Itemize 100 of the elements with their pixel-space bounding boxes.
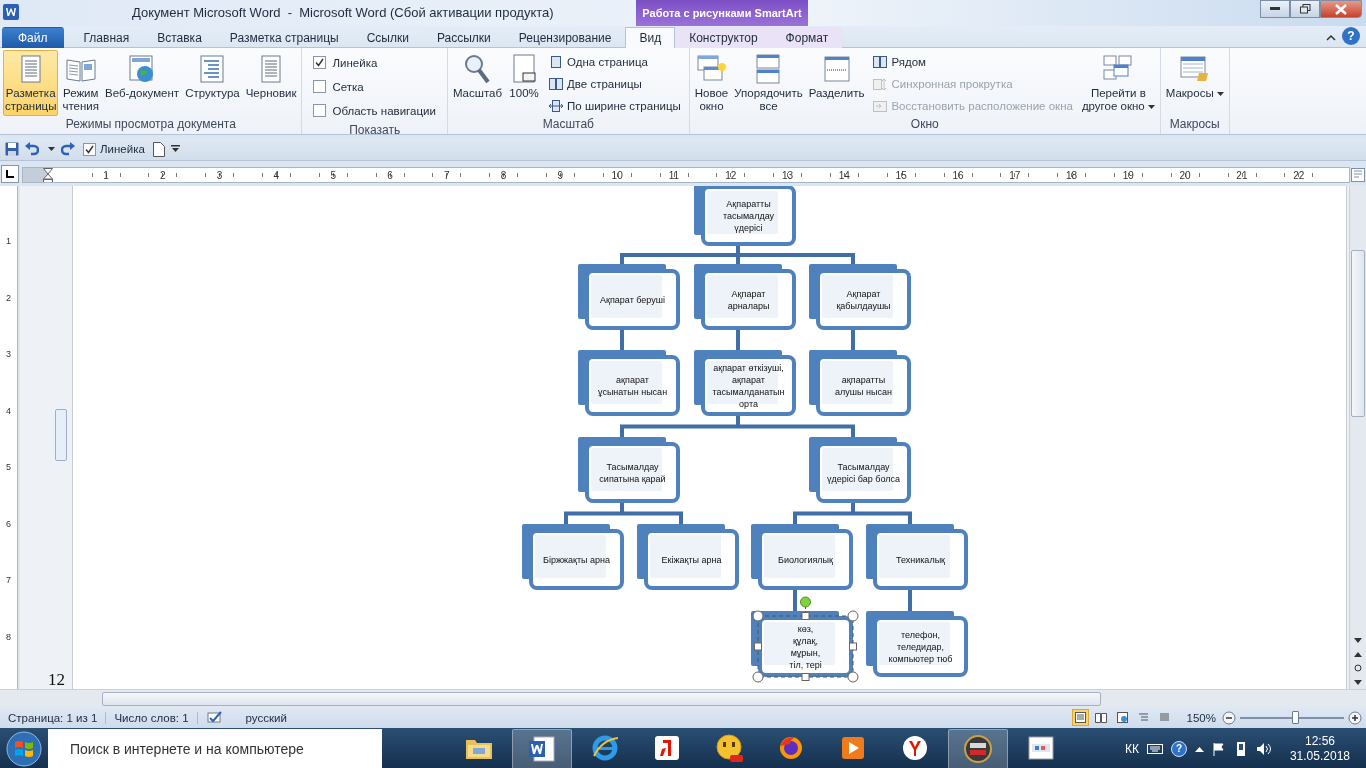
help-button[interactable]: ?	[1342, 27, 1360, 45]
caret-icon	[48, 147, 55, 151]
checkbox[interactable]	[83, 142, 96, 156]
checkbox[interactable]	[313, 56, 327, 69]
ribbon-tab[interactable]: Рецензирование	[504, 27, 626, 48]
sync-scroll-icon	[873, 76, 888, 91]
pane-toggle[interactable]	[55, 409, 67, 461]
ribbon-button[interactable]: Масштаб	[450, 50, 505, 116]
ribbon-button[interactable]: По ширине страницы	[548, 96, 682, 115]
ribbon-tab[interactable]: Разметка страницы	[215, 27, 353, 48]
ribbon-button[interactable]: Веб-документ	[102, 50, 182, 116]
word-app-icon[interactable]	[528, 734, 556, 763]
ruler-number: 7	[5, 574, 12, 588]
zoom-level[interactable]: 150%	[1186, 711, 1216, 724]
ruler-number: 1	[5, 235, 12, 249]
customize-icon[interactable]	[170, 145, 180, 153]
two-pages-icon	[549, 76, 564, 91]
ribbon-button[interactable]: Перейти в другое окно	[1079, 50, 1157, 116]
word-app-icon[interactable]	[3, 4, 19, 20]
vertical-scrollbar[interactable]	[1349, 186, 1366, 689]
window-thumbnail-icon[interactable]	[1027, 734, 1055, 761]
ribbon-tab[interactable]: Конструктор	[675, 27, 772, 48]
checkbox[interactable]	[313, 80, 327, 93]
input-language[interactable]: КК	[1124, 741, 1139, 756]
spellcheck-icon[interactable]	[205, 710, 224, 725]
page-icon	[549, 54, 564, 69]
ribbon-tab[interactable]: Вставка	[143, 27, 216, 48]
ribbon-button[interactable]: Разметка страницы	[3, 50, 59, 116]
smiley-icon[interactable]	[714, 732, 744, 763]
ruler-number: 6	[5, 517, 12, 531]
keyboard-icon[interactable]	[1146, 742, 1163, 755]
group-label: Окно	[909, 117, 940, 133]
search-field[interactable]: Поиск в интернете и на компьютере	[48, 728, 382, 768]
ribbon-tab[interactable]: Формат	[771, 27, 843, 48]
view-ruler-icon[interactable]	[1351, 168, 1365, 182]
collapse-ribbon-icon[interactable]	[1326, 34, 1336, 41]
page-layout-view-icon[interactable]	[1071, 709, 1089, 726]
browser-e-icon[interactable]	[591, 733, 619, 762]
ribbon-button[interactable]: Черновик	[243, 50, 299, 116]
start-button[interactable]	[6, 730, 42, 767]
ribbon-button[interactable]: Макросы	[1163, 50, 1226, 116]
indent-marker[interactable]	[43, 168, 53, 182]
browse-object-icon[interactable]	[1354, 664, 1362, 672]
ribbon-tab[interactable]: Файл	[2, 27, 64, 48]
checkbox-label: Линейка	[100, 143, 145, 155]
horizontal-scrollbar[interactable]	[0, 689, 1366, 707]
ribbon-button[interactable]: Одна страница	[548, 52, 682, 71]
restore-icon	[1299, 4, 1311, 14]
zoom-out-icon[interactable]	[1222, 710, 1236, 725]
vertical-ruler[interactable]: 1 2 3 4 5 6 7 8	[0, 186, 18, 689]
volume-icon[interactable]	[1255, 741, 1272, 756]
ribbon-button[interactable]: Упорядочить все	[732, 50, 805, 116]
save-icon[interactable]	[5, 142, 19, 156]
horizontal-ruler[interactable]: 1 2 3 4 5 6 7 8 9 10 11 12 13 14 15 16 17 18 19 20 21 22	[22, 167, 1350, 183]
checkbox[interactable]	[313, 104, 327, 117]
flag-icon[interactable]	[1211, 741, 1226, 756]
show-hidden-icon[interactable]	[1194, 745, 1204, 752]
ruler-number: 5	[5, 461, 12, 475]
tab-stop-icon	[6, 170, 14, 178]
ribbon-button[interactable]: 100%	[506, 50, 543, 116]
connector-line	[908, 588, 912, 613]
zoom-slider[interactable]	[1292, 710, 1299, 724]
scroll-down-icon[interactable]	[1354, 637, 1362, 643]
play-icon[interactable]	[840, 734, 866, 761]
ruler-number: 4	[5, 404, 12, 418]
clock-date[interactable]: 31.05.2018	[1289, 748, 1350, 764]
maximize-button[interactable]	[1290, 0, 1320, 18]
ribbon-tab[interactable]: Ссылки	[352, 27, 423, 48]
ribbon-button[interactable]: Режим чтения	[60, 50, 101, 116]
zoom-in-icon[interactable]	[1348, 710, 1362, 725]
ribbon-button[interactable]: Структура	[183, 50, 242, 116]
ribbon-tab[interactable]: Вид	[625, 27, 676, 48]
next-page-icon[interactable]	[1354, 679, 1362, 685]
selection-handles[interactable]	[752, 596, 859, 683]
reset-windows-icon	[873, 98, 888, 113]
checkbox-label: Линейка	[332, 56, 378, 69]
tab-selector[interactable]	[1, 165, 19, 183]
redo-icon[interactable]	[61, 142, 75, 156]
two-pages-icon	[873, 54, 888, 69]
ribbon-tab[interactable]: Рассылки	[422, 27, 505, 48]
undo-icon[interactable]	[25, 142, 39, 156]
previous-page-icon[interactable]	[1354, 651, 1362, 657]
ribbon-button[interactable]: Разделить	[806, 50, 867, 116]
page-count[interactable]: Страница: 1 из 1	[0, 711, 107, 724]
ribbon-tab[interactable]: Главная	[69, 27, 144, 48]
clock-time[interactable]: 12:56	[1304, 733, 1335, 749]
ruler-number: 3	[5, 348, 12, 362]
page-icon[interactable]	[152, 141, 165, 157]
ribbon-button[interactable]: Новое окно	[692, 50, 731, 116]
group-label: Макросы	[1168, 117, 1221, 133]
help-icon[interactable]: ?	[1170, 740, 1187, 757]
language-status[interactable]: русский	[237, 711, 295, 724]
group-label: Режимы просмотра документа	[64, 117, 237, 133]
ribbon-button[interactable]: Рядом	[872, 52, 1074, 71]
word-count[interactable]: Число слов: 1	[106, 711, 198, 724]
ruler-number: 8	[5, 630, 12, 644]
close-button[interactable]	[1320, 0, 1362, 18]
ribbon-button[interactable]: Две страницы	[548, 74, 682, 93]
minimize-button[interactable]	[1260, 0, 1290, 18]
contextual-tab-group: Работа с рисунками SmartArt	[636, 0, 808, 26]
